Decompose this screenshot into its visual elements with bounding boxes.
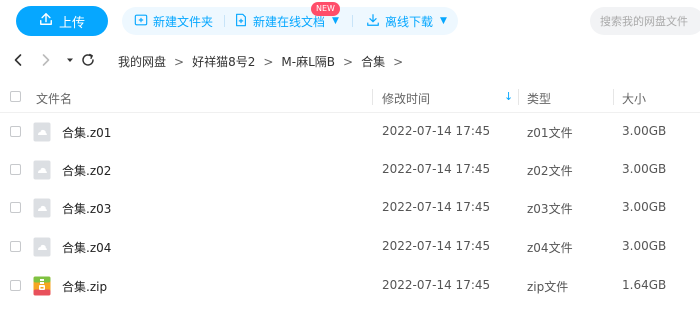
file-size: 3.00GB: [622, 162, 667, 176]
file-type: z04文件: [527, 241, 573, 255]
breadcrumb-item[interactable]: 好祥猫8号2: [192, 53, 255, 70]
file-type: zip文件: [527, 280, 569, 294]
row-checkbox[interactable]: [10, 126, 21, 137]
breadcrumb-item[interactable]: M-麻L隔B: [281, 53, 335, 70]
file-name: 合集.z02: [62, 164, 112, 178]
search-input[interactable]: [590, 7, 700, 35]
table-row[interactable]: 合集.z02 2022-07-14 17:45 z02文件 3.00GB: [0, 151, 700, 189]
row-checkbox[interactable]: [10, 164, 21, 175]
new-folder-label: 新建文件夹: [153, 14, 214, 29]
column-header-modified[interactable]: 修改时间: [382, 90, 430, 107]
file-name: 合集.z01: [62, 126, 112, 140]
column-divider: [372, 89, 373, 105]
column-header-type[interactable]: 类型: [527, 90, 551, 107]
column-divider: [613, 89, 614, 105]
history-dropdown-icon[interactable]: [62, 52, 78, 68]
row-checkbox[interactable]: [10, 241, 21, 252]
breadcrumb-separator: >: [393, 54, 404, 69]
navigation-bar: 我的网盘 > 好祥猫8号2 > M-麻L隔B > 合集 >: [0, 46, 700, 76]
breadcrumb: 我的网盘 > 好祥猫8号2 > M-麻L隔B > 合集 >: [118, 53, 411, 70]
file-size: 1.64GB: [622, 278, 667, 292]
file-modified-time: 2022-07-14 17:45: [382, 162, 491, 176]
file-modified-time: 2022-07-14 17:45: [382, 239, 491, 253]
file-size: 3.00GB: [622, 200, 667, 214]
file-modified-time: 2022-07-14 17:45: [382, 278, 491, 292]
breadcrumb-item[interactable]: 我的网盘: [118, 53, 166, 70]
breadcrumb-separator: >: [174, 54, 185, 69]
new-badge: NEW: [311, 2, 340, 16]
chevron-down-icon: ▼: [440, 16, 447, 26]
table-row[interactable]: 合集.zip 2022-07-14 17:45 zip文件 1.64GB: [0, 267, 700, 305]
file-name: 合集.z04: [62, 241, 112, 255]
toolbar: 上传 新建文件夹 新建在线文档 ▼ 离线下载 ▼ NEW: [0, 0, 700, 42]
breadcrumb-separator: >: [343, 54, 354, 69]
file-table-header: 文件名 修改时间 ↓ 类型 大小: [0, 82, 700, 113]
offline-download-label: 离线下载: [385, 14, 434, 29]
file-name: 合集.zip: [62, 280, 108, 294]
file-type: z03文件: [527, 202, 573, 216]
toolbar-action-group: 新建文件夹 新建在线文档 ▼ 离线下载 ▼: [122, 7, 458, 35]
breadcrumb-item-current[interactable]: 合集: [361, 53, 385, 70]
download-icon: [366, 13, 380, 30]
table-row[interactable]: 合集.z01 2022-07-14 17:45 z01文件 3.00GB: [0, 113, 700, 151]
select-all-checkbox[interactable]: [10, 91, 21, 102]
back-arrow-icon[interactable]: [10, 52, 26, 68]
upload-icon: [39, 12, 53, 30]
upload-label: 上传: [58, 15, 85, 31]
generic-file-icon: [33, 122, 51, 142]
column-divider: [518, 89, 519, 105]
row-checkbox[interactable]: [10, 202, 21, 213]
file-size: 3.00GB: [622, 124, 667, 138]
row-checkbox[interactable]: [10, 280, 21, 291]
upload-button[interactable]: 上传: [16, 6, 108, 36]
column-header-size[interactable]: 大小: [622, 90, 646, 107]
file-modified-time: 2022-07-14 17:45: [382, 124, 491, 138]
toolbar-divider: [352, 15, 353, 27]
new-folder-button[interactable]: 新建文件夹: [134, 7, 213, 35]
generic-file-icon: [33, 160, 51, 180]
refresh-icon[interactable]: [80, 52, 96, 68]
forward-arrow-icon[interactable]: [38, 52, 54, 68]
generic-file-icon: [33, 198, 51, 218]
generic-file-icon: [33, 237, 51, 257]
file-size: 3.00GB: [622, 239, 667, 253]
sort-descending-icon[interactable]: ↓: [504, 90, 513, 103]
new-folder-icon: [134, 13, 148, 30]
file-type: z02文件: [527, 164, 573, 178]
file-name: 合集.z03: [62, 202, 112, 216]
chevron-down-icon: ▼: [332, 16, 339, 26]
toolbar-divider: [224, 15, 225, 27]
table-row[interactable]: 合集.z03 2022-07-14 17:45 z03文件 3.00GB: [0, 189, 700, 227]
file-type: z01文件: [527, 126, 573, 140]
table-row[interactable]: 合集.z04 2022-07-14 17:45 z04文件 3.00GB: [0, 228, 700, 266]
offline-download-button[interactable]: 离线下载 ▼: [366, 7, 447, 35]
new-doc-icon: [234, 13, 248, 30]
column-header-name[interactable]: 文件名: [36, 90, 72, 107]
breadcrumb-separator: >: [263, 54, 274, 69]
zip-archive-icon: [33, 276, 51, 296]
file-modified-time: 2022-07-14 17:45: [382, 200, 491, 214]
